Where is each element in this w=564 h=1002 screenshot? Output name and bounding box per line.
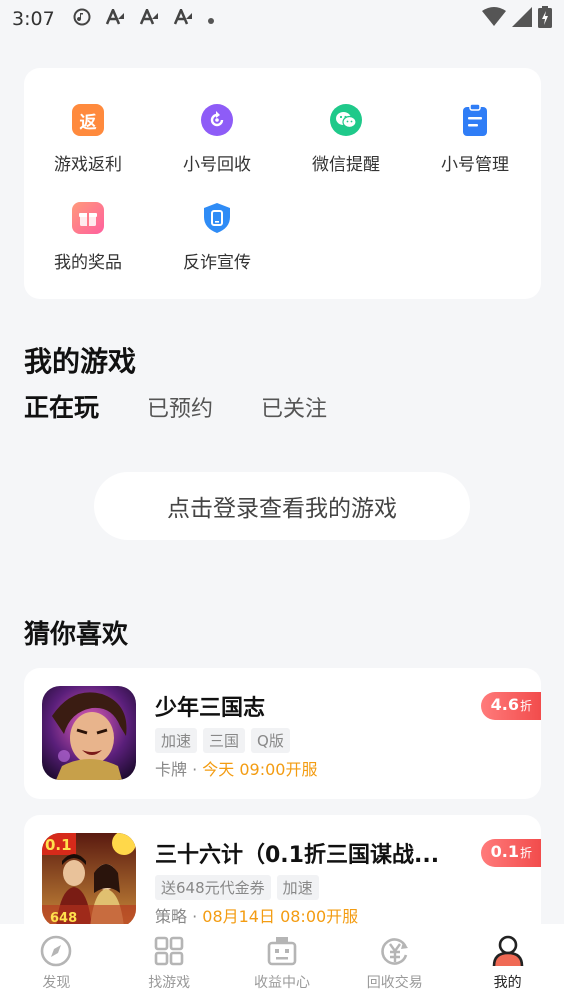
a-icon — [105, 6, 125, 29]
game-card[interactable]: 少年三国志 加速 三国 Q版 卡牌 · 今天 09:00开服 4.6 折 — [24, 668, 541, 799]
shortcut-account-recycle[interactable]: 小号回收 — [152, 104, 282, 175]
shortcut-account-manage[interactable]: 小号管理 — [410, 104, 540, 175]
login-prompt-button[interactable]: 点击登录查看我的游戏 — [94, 472, 470, 540]
shortcut-label: 小号管理 — [441, 155, 509, 175]
shortcut-anti-fraud[interactable]: 反诈宣传 — [152, 202, 282, 273]
signal-icon — [512, 6, 532, 32]
game-tag: 加速 — [276, 875, 319, 900]
game-name: 三十六计（0.1折三国谋战... — [155, 843, 440, 868]
svg-text:0.1: 0.1 — [45, 836, 72, 854]
game-open-time: 今天 09:00开服 — [202, 760, 318, 779]
a-icon — [139, 6, 159, 29]
bottom-tab-bar: 发现 找游戏 收益中心 回收交易 我的 — [0, 924, 564, 1002]
shortcuts-card: 返 游戏返利 小号回收 微信提醒 小号管理 我的奖品 反诈宣传 — [24, 68, 541, 299]
shortcut-label: 微信提醒 — [312, 155, 380, 175]
clipboard-icon — [459, 104, 491, 136]
dot-icon — [207, 10, 215, 29]
game-tag: Q版 — [251, 728, 290, 753]
discount-badge: 4.6 折 — [480, 692, 541, 720]
game-tags: 送648元代金券 加速 — [155, 875, 319, 900]
game-category: 卡牌 · — [155, 760, 203, 779]
shortcut-label: 我的奖品 — [54, 253, 122, 273]
a-icon — [173, 6, 193, 29]
shield-phone-icon — [201, 202, 233, 234]
status-time: 3:07 — [12, 8, 55, 30]
my-games-tabs: 正在玩 已预约 已关注 — [24, 388, 375, 424]
wifi-icon — [482, 6, 506, 32]
tab-discover[interactable]: 发现 — [0, 924, 113, 1002]
shortcut-label: 小号回收 — [183, 155, 251, 175]
rebate-icon: 返 — [72, 104, 104, 136]
discount-unit: 折 — [519, 699, 532, 713]
game-thumbnail[interactable]: 0.1 648 — [42, 833, 136, 927]
tab-me[interactable]: 我的 — [451, 924, 564, 1002]
game-tag: 送648元代金券 — [155, 875, 271, 900]
tab-followed[interactable]: 已关注 — [261, 391, 327, 423]
tab-playing[interactable]: 正在玩 — [24, 388, 99, 424]
tab-recycle-trade[interactable]: 回收交易 — [338, 924, 451, 1002]
music-icon — [73, 8, 91, 30]
game-name: 少年三国志 — [155, 696, 266, 721]
shortcut-label: 游戏返利 — [54, 155, 122, 175]
status-bar: 3:07 — [0, 0, 564, 38]
shortcut-wechat-reminder[interactable]: 微信提醒 — [281, 104, 411, 175]
tab-label: 发现 — [42, 975, 71, 991]
recycle-icon — [201, 104, 233, 136]
user-icon — [492, 935, 523, 967]
recommend-title: 猜你喜欢 — [24, 620, 129, 650]
yuan-recycle-icon — [381, 938, 408, 965]
tab-reserved[interactable]: 已预约 — [147, 391, 213, 423]
game-tag: 三国 — [203, 728, 246, 753]
game-meta: 卡牌 · 今天 09:00开服 — [155, 756, 317, 780]
game-thumbnail[interactable] — [42, 686, 136, 780]
compass-icon — [41, 935, 72, 967]
discount-badge: 0.1 折 — [480, 839, 541, 867]
tab-label: 回收交易 — [366, 975, 423, 991]
gift-icon — [72, 202, 104, 234]
tab-label: 收益中心 — [253, 975, 310, 991]
game-tags: 加速 三国 Q版 — [155, 728, 290, 753]
discount-value: 0.1 — [490, 842, 519, 861]
tab-find-games[interactable]: 找游戏 — [113, 924, 226, 1002]
discount-unit: 折 — [519, 846, 532, 860]
tab-earnings-center[interactable]: 收益中心 — [226, 924, 339, 1002]
game-tag: 加速 — [155, 728, 198, 753]
wechat-icon — [330, 104, 362, 136]
robot-icon — [267, 937, 297, 966]
shortcut-label: 反诈宣传 — [183, 253, 251, 273]
battery-charging-icon — [538, 5, 552, 33]
discount-value: 4.6 — [490, 695, 519, 714]
tab-label: 我的 — [493, 975, 522, 991]
tab-label: 找游戏 — [148, 975, 191, 991]
shortcut-my-prizes[interactable]: 我的奖品 — [23, 202, 153, 273]
my-games-title: 我的游戏 — [24, 345, 137, 378]
grid-icon — [154, 936, 184, 966]
shortcut-game-rebate[interactable]: 返 游戏返利 — [23, 104, 153, 175]
